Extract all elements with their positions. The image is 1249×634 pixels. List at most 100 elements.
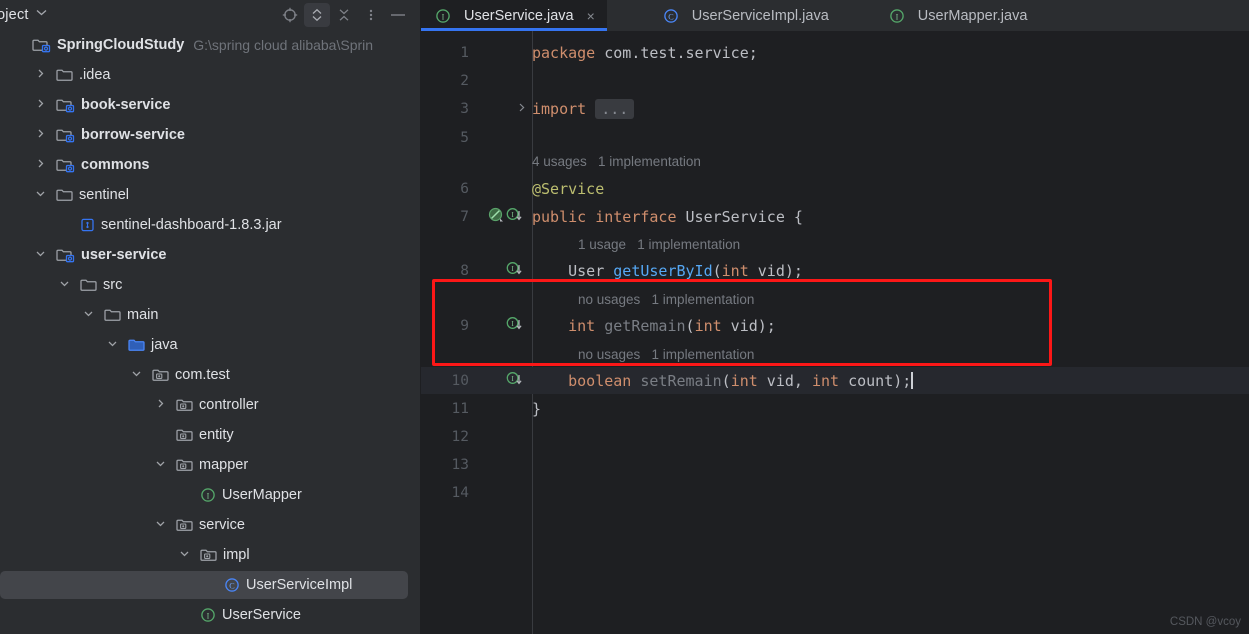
tree-row-book-service[interactable]: book-service xyxy=(0,90,421,120)
chevron-down-icon[interactable] xyxy=(58,278,70,292)
collapse-all-icon[interactable] xyxy=(331,3,357,27)
more-options-icon[interactable] xyxy=(358,3,384,27)
package-icon xyxy=(152,367,169,383)
chevron-down-icon[interactable] xyxy=(154,518,166,532)
class-icon: C xyxy=(224,577,240,593)
tree-row-sentinel-dashboard-1-8-3-jar[interactable]: sentinel-dashboard-1.8.3.jar xyxy=(0,210,421,240)
code-line-14[interactable]: 14 xyxy=(421,479,1249,506)
tree-row-service[interactable]: service xyxy=(0,510,421,540)
tab-label: UserService.java xyxy=(464,7,574,24)
implemented-by-icon[interactable]: I xyxy=(506,261,523,281)
implemented-by-icon[interactable]: I xyxy=(506,316,523,336)
inlay-hint[interactable]: 4 usages 1 implementation xyxy=(421,150,1249,172)
line-number: 9 xyxy=(460,317,469,334)
code-token: ( xyxy=(721,371,731,390)
tree-row-springcloudstudy[interactable]: SpringCloudStudy G:\spring cloud alibaba\… xyxy=(0,30,421,60)
code-editor[interactable]: 1 package com.test.service; 2 3 import ... 5 4… xyxy=(421,31,1249,634)
line-number: 6 xyxy=(460,180,469,197)
code-line-11[interactable]: 11} xyxy=(421,395,1249,422)
inlay-hint[interactable]: no usages 1 implementation xyxy=(421,343,1249,365)
editor-tab-userservice[interactable]: I UserService.java × xyxy=(421,0,607,31)
chevron-right-icon[interactable] xyxy=(34,68,46,82)
code-line-10[interactable]: 10 I boolean setRemain(int vid, int count… xyxy=(421,367,1249,394)
chevron-down-icon[interactable] xyxy=(82,308,94,322)
implemented-by-icon[interactable]: I xyxy=(506,371,523,391)
expand-collapse-icon[interactable] xyxy=(304,3,330,27)
code-line-3[interactable]: 3 import ... xyxy=(421,95,1249,122)
inlay-hint[interactable]: 1 usage 1 implementation xyxy=(421,233,1249,255)
line-number: 12 xyxy=(451,428,469,445)
code-token: int xyxy=(811,371,840,390)
tree-row-entity[interactable]: entity xyxy=(0,420,421,450)
chevron-down-icon[interactable] xyxy=(130,368,142,382)
code-text: User getUserById(int vid); xyxy=(532,262,803,280)
chevron-right-icon[interactable] xyxy=(154,398,166,412)
implemented-by-icon[interactable]: I xyxy=(506,207,523,227)
code-line-8[interactable]: 8 I User getUserById(int vid); xyxy=(421,257,1249,284)
code-token: getRemain xyxy=(604,316,686,335)
tree-row-userservice[interactable]: I UserService xyxy=(0,600,421,630)
chevron-down-icon[interactable] xyxy=(34,188,46,202)
tree-row-com-test[interactable]: com.test xyxy=(0,360,421,390)
editor-tab-userserviceimpl[interactable]: C UserServiceImpl.java xyxy=(649,0,841,31)
svg-text:I: I xyxy=(895,12,898,21)
project-tree[interactable]: SpringCloudStudy G:\spring cloud alibaba\… xyxy=(0,30,421,630)
code-line-13[interactable]: 13 xyxy=(421,451,1249,478)
code-line-6[interactable]: 6 @Service xyxy=(421,175,1249,202)
tree-row-userserviceimpl[interactable]: C UserServiceImpl xyxy=(0,570,421,600)
editor-tab-usermapper[interactable]: I UserMapper.java xyxy=(875,0,1040,31)
interface-icon: I xyxy=(200,607,216,623)
tree-row-usermapper[interactable]: I UserMapper xyxy=(0,480,421,510)
collapsed-imports[interactable]: ... xyxy=(595,98,635,119)
tree-row-label: UserMapper xyxy=(222,487,302,503)
tree-row-main[interactable]: main xyxy=(0,300,421,330)
idea-window: oject SpringCloudStudy G:\spring cloud a… xyxy=(0,0,1249,634)
tree-row-src[interactable]: src xyxy=(0,270,421,300)
tree-row-idea[interactable]: .idea xyxy=(0,60,421,90)
inlay-hint[interactable]: no usages 1 implementation xyxy=(421,288,1249,310)
chevron-down-icon[interactable] xyxy=(178,548,190,562)
chevron-down-icon[interactable] xyxy=(154,458,166,472)
line-number: 3 xyxy=(460,100,469,117)
folder-icon xyxy=(56,187,73,203)
tree-row-label: mapper xyxy=(199,457,249,473)
tree-row-mapper[interactable]: mapper xyxy=(0,450,421,480)
code-line-12[interactable]: 12 xyxy=(421,423,1249,450)
tree-row-label: .idea xyxy=(79,67,111,83)
chevron-right-icon[interactable] xyxy=(34,128,46,142)
chevron-down-icon[interactable] xyxy=(34,248,46,262)
code-line-5[interactable]: 5 xyxy=(421,124,1249,151)
svg-text:C: C xyxy=(668,12,674,21)
panel-toolbar xyxy=(277,0,411,30)
hint-text: no usages 1 implementation xyxy=(578,346,755,362)
tree-row-label: user-service xyxy=(81,247,167,263)
select-opened-file-icon[interactable] xyxy=(277,3,303,27)
code-token: ( xyxy=(685,316,695,335)
text-caret xyxy=(911,371,913,389)
close-icon[interactable]: × xyxy=(587,8,595,24)
chevron-right-icon[interactable] xyxy=(34,98,46,112)
module-folder-icon xyxy=(56,97,75,113)
code-line-2[interactable]: 2 xyxy=(421,67,1249,94)
tree-row-sentinel[interactable]: sentinel xyxy=(0,180,421,210)
chevron-right-icon[interactable] xyxy=(34,158,46,172)
code-line-7[interactable]: 7 Ipublic interface UserService { xyxy=(421,203,1249,230)
fold-expand-icon[interactable] xyxy=(517,102,527,116)
source-root-folder-icon xyxy=(128,337,145,353)
code-line-1[interactable]: 1 package com.test.service; xyxy=(421,39,1249,66)
tree-row-controller[interactable]: controller xyxy=(0,390,421,420)
line-number: 2 xyxy=(460,72,469,89)
editor-area: I UserService.java × C UserServiceImpl.java I… xyxy=(421,0,1249,634)
hide-panel-icon[interactable] xyxy=(385,3,411,27)
tree-row-impl[interactable]: impl xyxy=(0,540,421,570)
chevron-down-icon[interactable] xyxy=(36,9,47,19)
code-token: @Service xyxy=(532,179,605,198)
tree-row-java[interactable]: java xyxy=(0,330,421,360)
chevron-down-icon[interactable] xyxy=(106,338,118,352)
tree-row-commons[interactable]: commons xyxy=(0,150,421,180)
tree-row-borrow-service[interactable]: borrow-service xyxy=(0,120,421,150)
bean-marker-icon[interactable] xyxy=(488,207,504,227)
code-line-9[interactable]: 9I int getRemain(int vid); xyxy=(421,312,1249,339)
tree-row-user-service[interactable]: user-service xyxy=(0,240,421,270)
